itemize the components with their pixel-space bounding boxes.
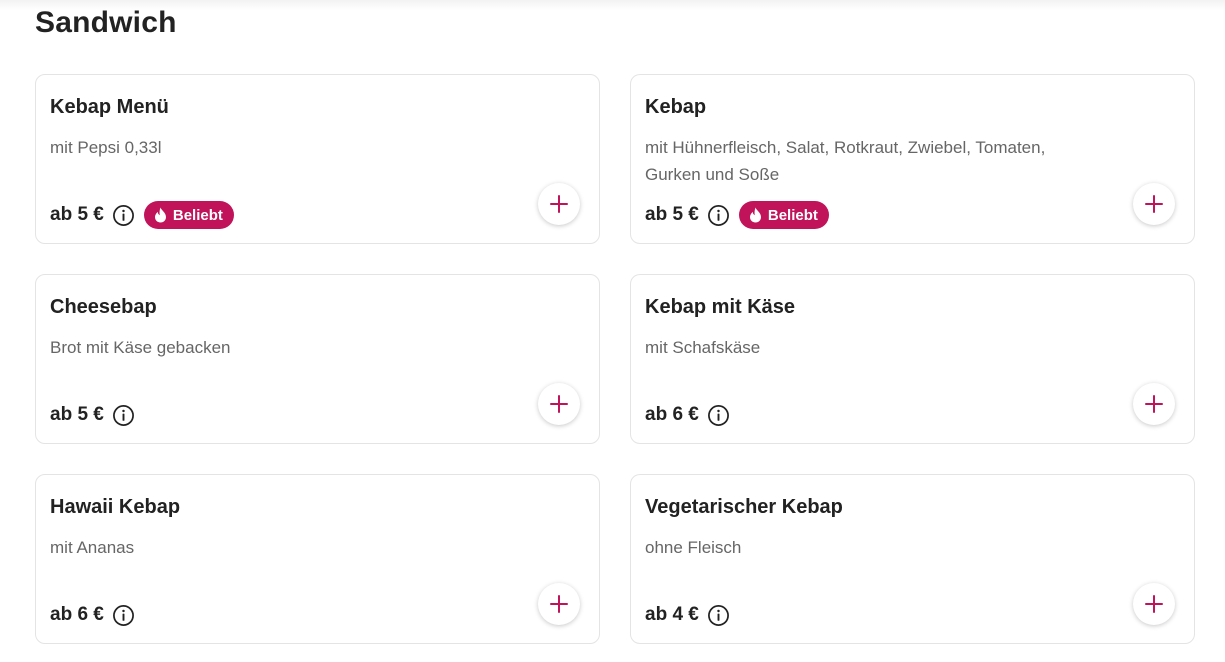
product-name: Vegetarischer Kebap [645,496,843,518]
info-circle-icon[interactable] [112,604,135,627]
info-circle-icon[interactable] [112,204,135,227]
product-description: ohne Fleisch [645,538,742,557]
price-row: ab 6 € [645,401,730,429]
product-name: Kebap mit Käse [645,296,796,318]
add-to-cart-button[interactable] [538,383,580,425]
product-name: Cheesebap [50,296,157,318]
product-price: ab 4 € [645,604,699,625]
product-card-vegetarischer-kebap[interactable]: Vegetarischer Kebap ohne Fleisch ab 4 € [630,474,1195,644]
product-card-kebap-mit-kaese[interactable]: Kebap mit Käse mit Schafskäse ab 6 € [630,274,1195,444]
product-description: mit Hühnerfleisch, Salat, Rotkraut, Zwie… [645,138,1046,184]
price-row: ab 6 € [50,601,135,629]
product-description: mit Ananas [50,538,135,557]
popular-badge: Beliebt [143,201,234,229]
product-price: ab 6 € [50,604,104,625]
add-to-cart-button[interactable] [1133,583,1175,625]
add-to-cart-button[interactable] [1133,383,1175,425]
plus-icon [1144,194,1164,214]
product-description: mit Pepsi 0,33l [50,138,162,157]
product-name: Hawaii Kebap [50,496,181,518]
product-name: Kebap [645,96,707,118]
product-name: Kebap Menü [50,96,169,118]
product-description: mit Schafskäse [645,338,761,357]
badge-label: Beliebt [172,206,223,224]
price-row: ab 5 € Beliebt [645,201,829,229]
product-price: ab 5 € [50,404,104,425]
plus-icon [549,594,569,614]
product-card-kebap-menue[interactable]: Kebap Menü mit Pepsi 0,33l ab 5 € Belieb… [35,74,600,244]
plus-icon [549,194,569,214]
add-to-cart-button[interactable] [538,183,580,225]
price-row: ab 4 € [645,601,730,629]
flame-icon [749,207,762,223]
plus-icon [1144,394,1164,414]
price-row: ab 5 € Beliebt [50,201,234,229]
info-circle-icon[interactable] [112,404,135,427]
product-price: ab 6 € [645,404,699,425]
info-circle-icon[interactable] [707,604,730,627]
info-circle-icon[interactable] [707,404,730,427]
popular-badge: Beliebt [738,201,829,229]
product-card-hawaii-kebap[interactable]: Hawaii Kebap mit Ananas ab 6 € [35,474,600,644]
add-to-cart-button[interactable] [1133,183,1175,225]
add-to-cart-button[interactable] [538,583,580,625]
section-title: Sandwich [35,6,177,39]
badge-label: Beliebt [767,206,818,224]
product-card-cheesebap[interactable]: Cheesebap Brot mit Käse gebacken ab 5 € [35,274,600,444]
product-card-kebap[interactable]: Kebap mit Hühnerfleisch, Salat, Rotkraut… [630,74,1195,244]
info-circle-icon[interactable] [707,204,730,227]
product-description: Brot mit Käse gebacken [50,338,231,357]
plus-icon [1144,594,1164,614]
product-grid: Kebap Menü mit Pepsi 0,33l ab 5 € Belieb… [35,74,1195,644]
product-price: ab 5 € [645,204,699,225]
plus-icon [549,394,569,414]
top-shadow-bar [0,0,1225,10]
flame-icon [154,207,167,223]
product-price: ab 5 € [50,204,104,225]
price-row: ab 5 € [50,401,135,429]
